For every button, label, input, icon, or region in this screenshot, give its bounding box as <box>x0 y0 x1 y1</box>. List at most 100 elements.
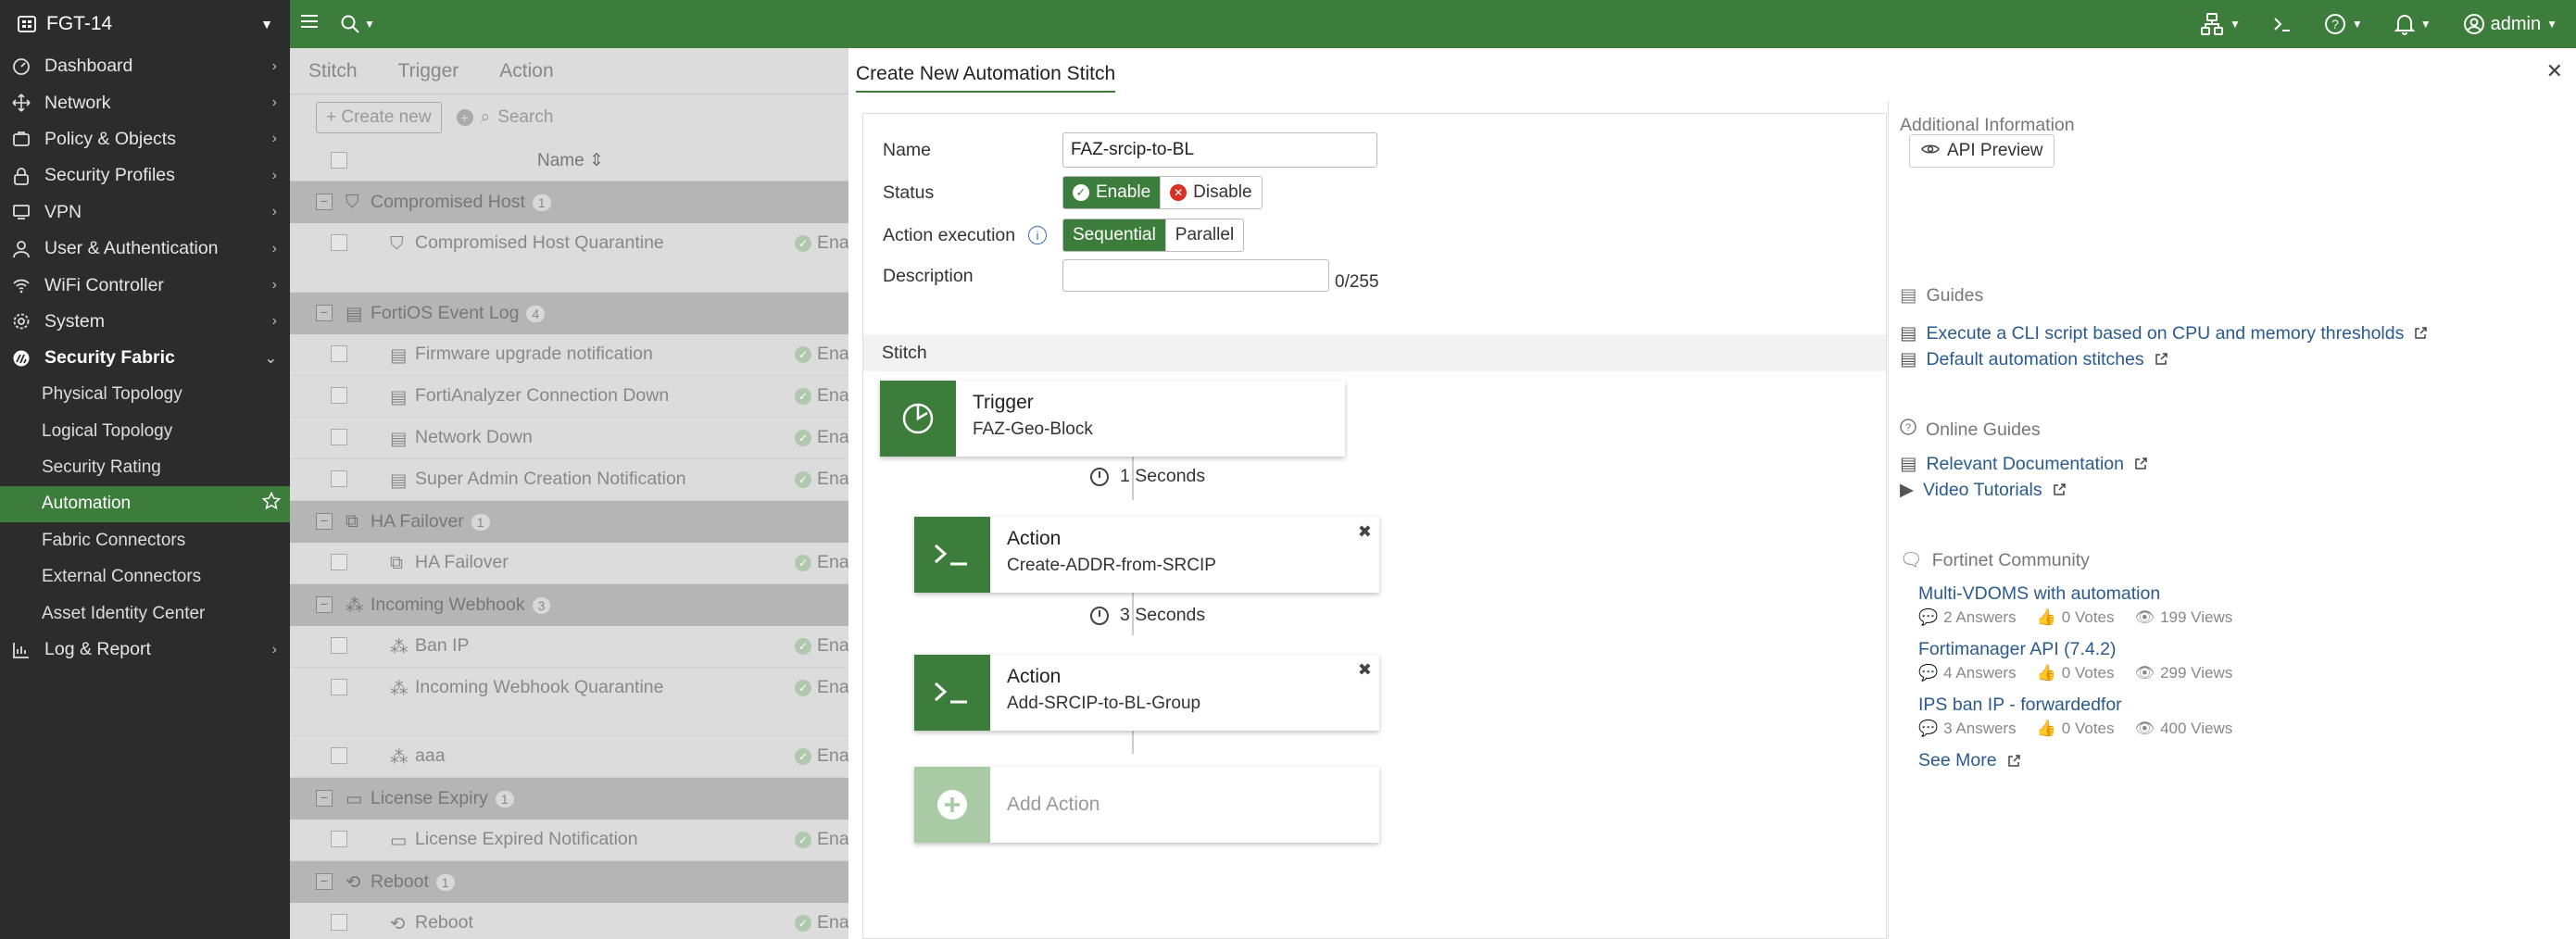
table-row[interactable]: ⟲ Reboot ✓ Ena <box>290 903 848 939</box>
user-menu[interactable]: admin ▼ <box>2463 13 2557 35</box>
tab-stitch[interactable]: Stitch <box>308 60 358 82</box>
external-link-icon <box>2053 483 2066 495</box>
chevron-down-icon: ⌄ <box>264 350 277 367</box>
video-tutorials-link[interactable]: ▶ Video Tutorials <box>1900 479 2067 501</box>
sidebar-item-security-profiles[interactable]: Security Profiles › <box>0 157 290 194</box>
fabric-menu-icon[interactable]: ▼ <box>2200 12 2241 36</box>
sidebar-item-wifi-controller[interactable]: WiFi Controller › <box>0 267 290 303</box>
search-menu-icon[interactable]: ▼ <box>340 14 375 34</box>
group-row[interactable]: − ⧉ HA Failover 1 <box>290 501 848 543</box>
table-row[interactable]: ▤ Network Down ✓ Ena <box>290 418 848 459</box>
enable-option[interactable]: ✓ Enable <box>1063 177 1162 208</box>
select-all-checkbox[interactable] <box>331 152 347 169</box>
group-row[interactable]: − ⁂ Incoming Webhook 3 <box>290 584 848 626</box>
action-card[interactable]: Action Add-SRCIP-to-BL-Group ✖ <box>914 655 1379 731</box>
relevant-documentation-link[interactable]: ▤ Relevant Documentation <box>1900 453 2148 475</box>
cli-console-icon[interactable] <box>2272 14 2293 34</box>
row-checkbox[interactable] <box>331 387 347 404</box>
add-action-button[interactable]: Add Action <box>914 767 1379 843</box>
disable-option[interactable]: ✕ Disable <box>1161 177 1262 208</box>
group-row[interactable]: − ⛉ Compromised Host 1 <box>290 182 848 223</box>
row-checkbox[interactable] <box>331 470 347 487</box>
create-new-button[interactable]: + Create new <box>316 102 442 133</box>
bell-icon[interactable]: ▼ <box>2394 13 2431 35</box>
community-post-link[interactable]: Multi-VDOMS with automation <box>1918 583 2160 605</box>
clock-icon <box>1090 606 1109 625</box>
table-row[interactable]: ▤ Super Admin Creation Notification ✓ Ena <box>290 459 848 501</box>
table-row[interactable]: ⛉ Compromised Host Quarantine ✓ Ena <box>290 223 848 293</box>
sidebar-item-dashboard[interactable]: Dashboard › <box>0 48 290 84</box>
name-column-header[interactable]: Name ⇕ <box>537 150 604 171</box>
sidebar-subitem-external-connectors[interactable]: External Connectors <box>0 558 290 595</box>
sidebar-subitem-logical-topology[interactable]: Logical Topology <box>0 413 290 449</box>
collapse-icon[interactable]: − <box>316 513 333 530</box>
description-textarea[interactable] <box>1062 259 1329 292</box>
group-label: Compromised Host <box>371 192 525 212</box>
sidebar-item-network[interactable]: Network › <box>0 84 290 120</box>
name-input[interactable]: FAZ-srcip-to-BL <box>1062 132 1377 168</box>
table-row[interactable]: ▭ License Expired Notification ✓ Ena <box>290 820 848 861</box>
sidebar-subitem-automation[interactable]: Automation <box>0 485 290 523</box>
sidebar-item-user-authentication[interactable]: User & Authentication › <box>0 231 290 267</box>
row-checkbox[interactable] <box>331 429 347 445</box>
group-row[interactable]: − ▤ FortiOS Event Log 4 <box>290 293 848 334</box>
community-post-link[interactable]: IPS ban IP - forwardedfor <box>1918 695 2122 716</box>
help-icon[interactable]: ? ▼ <box>2324 13 2363 35</box>
info-icon[interactable]: i <box>1028 226 1048 244</box>
remove-action-icon[interactable]: ✖ <box>1358 522 1372 542</box>
count-badge: 1 <box>435 874 455 891</box>
sequential-option[interactable]: Sequential <box>1063 219 1166 251</box>
hamburger-menu-icon[interactable] <box>299 12 320 36</box>
row-checkbox[interactable] <box>331 679 347 695</box>
api-preview-label: API Preview <box>1947 141 2043 160</box>
row-checkbox[interactable] <box>331 234 347 251</box>
count-badge: 1 <box>471 514 490 531</box>
sidebar-item-policy-objects[interactable]: Policy & Objects › <box>0 121 290 157</box>
star-icon[interactable] <box>261 492 282 516</box>
sidebar-subitem-security-rating[interactable]: Security Rating <box>0 449 290 485</box>
row-checkbox[interactable] <box>331 554 347 570</box>
search-input[interactable]: + ⌕ Search <box>456 107 553 128</box>
table-row[interactable]: ⁂ Ban IP ✓ Ena <box>290 626 848 668</box>
close-icon[interactable]: ✕ <box>2546 59 2563 83</box>
sidebar-item-vpn[interactable]: VPN › <box>0 194 290 231</box>
table-row[interactable]: ▤ Firmware upgrade notification ✓ Ena <box>290 334 848 376</box>
sidebar-item-security-fabric[interactable]: Security Fabric ⌄ <box>0 340 290 376</box>
tab-trigger[interactable]: Trigger <box>398 60 459 82</box>
delay-2[interactable]: 3 Seconds <box>1090 605 1205 626</box>
group-row[interactable]: − ⟲ Reboot 1 <box>290 861 848 903</box>
delay-1[interactable]: 1 Seconds <box>1090 466 1205 487</box>
check-circle-icon: ✓ <box>795 747 811 765</box>
table-row[interactable]: ⧉ HA Failover ✓ Ena <box>290 543 848 584</box>
table-row[interactable]: ⁂ Incoming Webhook Quarantine ✓ Ena <box>290 668 848 736</box>
tab-action[interactable]: Action <box>499 60 553 82</box>
guide-link-cli-script[interactable]: ▤ Execute a CLI script based on CPU and m… <box>1900 322 2428 344</box>
row-checkbox[interactable] <box>331 345 347 362</box>
sidebar-item-system[interactable]: System › <box>0 304 290 340</box>
collapse-icon[interactable]: − <box>316 790 333 807</box>
row-checkbox[interactable] <box>331 637 347 654</box>
collapse-icon[interactable]: − <box>316 596 333 613</box>
device-selector[interactable]: FGT-14 ▼ <box>0 0 290 48</box>
collapse-icon[interactable]: − <box>316 194 333 210</box>
api-preview-button[interactable]: API Preview <box>1909 134 2055 168</box>
sidebar-subitem-asset-identity-center[interactable]: Asset Identity Center <box>0 595 290 632</box>
table-row[interactable]: ⁂ aaa ✓ Ena <box>290 736 848 778</box>
action-card[interactable]: Action Create-ADDR-from-SRCIP ✖ <box>914 517 1379 593</box>
sidebar-subitem-fabric-connectors[interactable]: Fabric Connectors <box>0 522 290 558</box>
sidebar-subitem-physical-topology[interactable]: Physical Topology <box>0 377 290 413</box>
row-checkbox[interactable] <box>331 831 347 847</box>
collapse-icon[interactable]: − <box>316 305 333 321</box>
row-checkbox[interactable] <box>331 914 347 931</box>
row-checkbox[interactable] <box>331 747 347 764</box>
sidebar-item-log-report[interactable]: Log & Report › <box>0 632 290 668</box>
collapse-icon[interactable]: − <box>316 873 333 890</box>
guide-link-default-stitches[interactable]: ▤ Default automation stitches <box>1900 348 2168 370</box>
trigger-card[interactable]: Trigger FAZ-Geo-Block <box>880 381 1345 457</box>
table-row[interactable]: ▤ FortiAnalyzer Connection Down ✓ Ena <box>290 376 848 418</box>
community-post-link[interactable]: Fortimanager API (7.4.2) <box>1918 639 2117 660</box>
remove-action-icon[interactable]: ✖ <box>1358 660 1372 680</box>
group-row[interactable]: − ▭ License Expiry 1 <box>290 778 848 820</box>
see-more-link[interactable]: See More <box>1918 750 2021 771</box>
parallel-option[interactable]: Parallel <box>1165 219 1244 251</box>
